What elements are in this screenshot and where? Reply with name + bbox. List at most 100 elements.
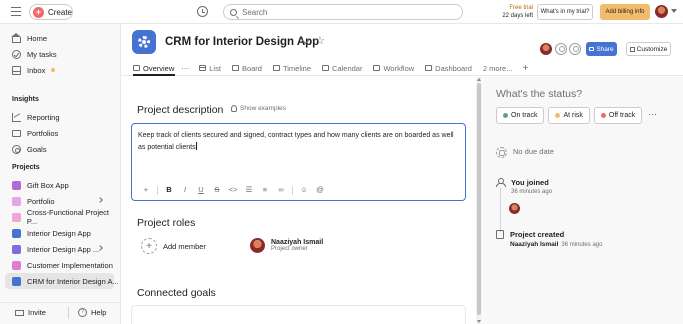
tab-label: Dashboard — [435, 63, 472, 73]
strikethrough-icon[interactable]: S — [209, 185, 225, 195]
trial-info: Free trial 22 days left — [497, 4, 533, 20]
project-color-square — [12, 244, 21, 254]
trial-days-left: 22 days left — [502, 13, 533, 19]
tab-more[interactable]: 2 more... — [483, 61, 513, 75]
sidebar-project-portfolio[interactable]: Portfolio — [12, 194, 112, 208]
roles-heading: Project roles — [137, 217, 196, 229]
status-label: On track — [511, 112, 538, 119]
member-avatar[interactable] — [540, 43, 552, 55]
tab-workflow[interactable]: Workflow — [373, 61, 414, 75]
sidebar-project-interior-design-app[interactable]: Interior Design App — [12, 226, 91, 240]
search-input[interactable]: Search — [223, 4, 463, 20]
sidebar-item-home[interactable]: Home — [11, 31, 47, 45]
show-examples-button[interactable]: Show examples — [231, 105, 286, 112]
toolbar-separator — [292, 185, 293, 195]
status-heading: What's the status? — [496, 88, 583, 100]
tab-board[interactable]: Board — [231, 61, 262, 75]
workflow-icon — [373, 65, 381, 71]
help-button[interactable]: ? Help — [78, 308, 106, 317]
italic-icon[interactable]: I — [177, 185, 193, 195]
sidebar-item-goals[interactable]: Goals — [12, 142, 47, 156]
scroll-down-arrow[interactable] — [477, 320, 481, 323]
user-avatar[interactable] — [655, 5, 668, 18]
sidebar-project-crm-interior-design[interactable]: CRM for Interior Design A... — [12, 274, 119, 288]
bold-icon[interactable]: B — [161, 185, 177, 195]
project-owner[interactable]: Naaziyah Ismail Project owner — [250, 238, 323, 253]
sidebar-item-label: Customer Implementation — [27, 260, 113, 270]
sidebar-item-inbox[interactable]: Inbox — [12, 63, 56, 77]
add-tab-plus-icon[interactable]: + — [522, 61, 528, 75]
link-icon[interactable]: ∞ — [273, 185, 289, 195]
numbered-list-icon[interactable]: ≡ — [257, 185, 273, 195]
inbox-icon — [12, 65, 21, 75]
sidebar-item-my-tasks[interactable]: My tasks — [12, 47, 57, 61]
project-title[interactable]: CRM for Interior Design App — [165, 36, 319, 48]
project-color-square — [12, 260, 21, 270]
description-editor[interactable]: Keep track of clients secured and signed… — [131, 123, 466, 201]
sidebar-project-gift-box-app[interactable]: Gift Box App — [12, 178, 69, 192]
bullet-list-icon[interactable]: ☰ — [241, 185, 257, 195]
sidebar-item-portfolios[interactable]: Portfolios — [12, 126, 58, 140]
description-text[interactable]: Keep track of clients secured and signed… — [138, 130, 460, 154]
tab-label: Overview — [143, 63, 175, 73]
status-buttons: On track At risk Off track — [496, 107, 643, 124]
whats-in-trial-button[interactable]: What's in my trial? — [537, 4, 593, 20]
tab-list[interactable]: List — [199, 61, 221, 75]
check-circle-icon — [12, 49, 21, 59]
off-track-button[interactable]: Off track — [593, 107, 643, 124]
on-track-button[interactable]: On track — [496, 107, 545, 124]
more-icon[interactable]: ··· — [181, 64, 189, 73]
person-icon[interactable] — [569, 43, 581, 55]
scroll-up-arrow[interactable] — [477, 78, 481, 81]
invite-button[interactable]: Invite — [15, 308, 46, 317]
project-header: CRM for Interior Design App ☆ Overview ·… — [121, 24, 683, 76]
plus-icon[interactable]: + — [138, 185, 154, 195]
sidebar-item-label: Inbox — [27, 65, 46, 75]
menu-icon[interactable] — [11, 7, 21, 16]
projects-heading: Projects — [12, 164, 40, 171]
customize-button[interactable]: Customize — [626, 42, 671, 56]
tab-calendar[interactable]: Calendar — [322, 61, 362, 75]
status-label: Off track — [608, 112, 636, 119]
scrollbar[interactable] — [476, 77, 482, 324]
add-member-button[interactable]: + Add member — [141, 238, 206, 254]
sidebar-item-label: Cross-Functional Project P... — [26, 208, 109, 226]
lightbulb-icon — [231, 105, 237, 112]
calendar-icon — [322, 65, 330, 71]
search-placeholder: Search — [242, 7, 268, 17]
chevron-down-icon[interactable] — [671, 9, 677, 13]
code-icon[interactable]: <> — [225, 185, 241, 195]
tab-label: Workflow — [383, 63, 415, 73]
overview-icon — [133, 65, 140, 71]
sidebar-project-customer-implementation[interactable]: Customer Implementation — [12, 258, 113, 272]
create-button[interactable]: + Create — [29, 4, 73, 20]
reporting-icon — [12, 112, 21, 122]
sidebar-project-interior-design-app-2[interactable]: Interior Design App ... — [12, 242, 112, 256]
tab-dashboard[interactable]: Dashboard — [425, 61, 472, 75]
recent-clock-icon[interactable] — [197, 6, 208, 17]
person-icon[interactable] — [555, 43, 567, 55]
status-dot-icon — [555, 113, 561, 118]
share-button[interactable]: Share — [586, 42, 617, 56]
chevron-right-icon[interactable] — [97, 197, 103, 203]
dashboard-icon — [425, 65, 433, 71]
sidebar-item-label: Gift Box App — [27, 180, 69, 190]
tab-timeline[interactable]: Timeline — [272, 61, 311, 75]
connected-goals-card — [131, 305, 466, 324]
more-options-icon[interactable]: ··· — [648, 109, 657, 119]
at-risk-button[interactable]: At risk — [548, 107, 590, 124]
sidebar-item-reporting[interactable]: Reporting — [12, 110, 60, 124]
sidebar-project-cross-functional[interactable]: Cross-Functional Project P... — [12, 208, 120, 226]
mention-icon[interactable]: @ — [312, 185, 328, 195]
tab-overview[interactable]: Overview ··· — [133, 61, 189, 76]
project-color-square — [12, 212, 21, 222]
sidebar-item-label: My tasks — [27, 49, 57, 59]
star-icon[interactable]: ☆ — [315, 34, 325, 47]
project-icon[interactable] — [132, 30, 156, 54]
add-billing-button[interactable]: Add billing info — [600, 4, 650, 20]
underline-icon[interactable]: U — [193, 185, 209, 195]
emoji-icon[interactable]: ☺ — [296, 185, 312, 195]
status-label: At risk — [563, 112, 583, 119]
scroll-thumb[interactable] — [477, 83, 481, 315]
due-date-row[interactable]: No due date — [496, 147, 554, 158]
